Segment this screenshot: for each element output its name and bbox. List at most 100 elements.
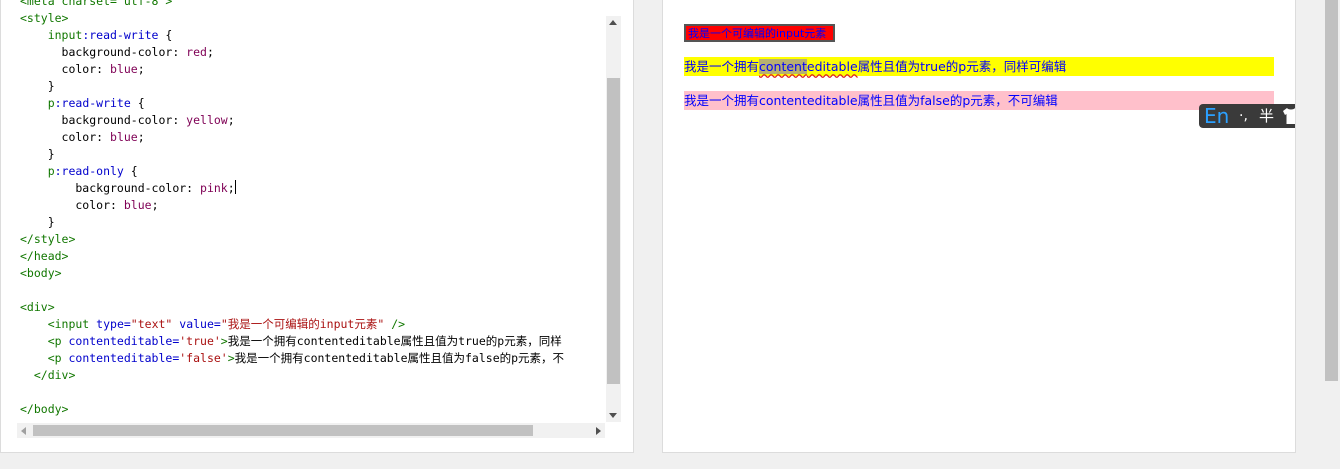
code-editor[interactable]: <meta charset="utf-8"> <style> input:read… [1, 0, 605, 422]
code-line[interactable]: <body> [20, 265, 564, 282]
code-token: ; [151, 198, 159, 212]
code-token: </style> [20, 232, 76, 246]
editor-vertical-scrollbar[interactable] [606, 16, 621, 422]
code-token: { [130, 96, 145, 110]
demo-input-readwrite[interactable] [684, 24, 835, 42]
code-line[interactable]: <input type="text" value="我是一个可编辑的input元… [20, 316, 564, 333]
code-token: pink [200, 181, 228, 195]
code-line[interactable]: color: blue; [20, 61, 564, 78]
editor-horizontal-scrollbar[interactable] [17, 423, 605, 438]
code-token: color: [20, 198, 124, 212]
editor-vertical-scroll-thumb[interactable] [607, 78, 620, 384]
ime-status-bar[interactable]: En ·, 半 [1199, 104, 1295, 129]
code-line[interactable]: } [20, 214, 564, 231]
code-token: 我是一个拥有contenteditable属性且值为false的p元素，不 [234, 351, 565, 365]
code-line[interactable]: <style> [20, 10, 564, 27]
demo-paragraph-editable-rest: 属性且值为true的p元素，同样可编辑 [857, 59, 1067, 74]
code-token: 我是一个拥有contenteditable属性且值为true的p元素，同样 [227, 334, 562, 348]
editor-horizontal-scroll-thumb[interactable] [33, 425, 533, 436]
code-line[interactable]: } [20, 146, 564, 163]
code-line[interactable]: </style> [20, 231, 564, 248]
code-token: blue [123, 198, 152, 212]
code-token: input [20, 28, 83, 42]
code-token: <meta charset="utf-8"> [20, 0, 173, 8]
code-token: </head> [20, 249, 69, 263]
code-line[interactable]: </head> [20, 248, 564, 265]
code-token: yellow [186, 113, 228, 127]
code-line[interactable]: p:read-write { [20, 95, 564, 112]
code-token: background-color: [20, 45, 187, 59]
scroll-up-arrow-icon[interactable] [609, 20, 617, 25]
code-token: } [20, 215, 55, 229]
demo-paragraph-editable[interactable]: 我是一个拥有contenteditable属性且值为true的p元素，同样可编辑 [684, 57, 1274, 76]
code-token: "text" [130, 317, 180, 331]
code-token: 'false' [179, 351, 228, 365]
code-token: type= [96, 317, 131, 331]
code-token: red [186, 45, 207, 59]
code-token: p [20, 164, 55, 178]
code-token: :read-only [54, 164, 124, 178]
code-line[interactable]: color: blue; [20, 129, 564, 146]
code-token: blue [110, 130, 138, 144]
code-token: > [227, 351, 235, 365]
code-lines[interactable]: <meta charset="utf-8"> <style> input:read… [20, 0, 564, 418]
code-token: "我是一个可编辑的input元素" [220, 317, 385, 331]
code-line[interactable] [20, 282, 564, 299]
code-token: } [20, 147, 55, 161]
code-token: ; [227, 113, 235, 127]
code-line[interactable]: background-color: pink; [20, 180, 564, 197]
code-line[interactable]: } [20, 78, 564, 95]
code-token: } [20, 79, 55, 93]
demo-paragraph-editable-prefix: 我是一个拥有 [684, 59, 760, 74]
code-token: > [220, 334, 228, 348]
code-token: ; [137, 130, 145, 144]
code-line[interactable]: </div> [20, 367, 564, 384]
preview-panel: 我是一个拥有contenteditable属性且值为true的p元素，同样可编辑… [662, 0, 1296, 453]
code-line[interactable]: <div> [20, 299, 564, 316]
demo-paragraph-readonly: 我是一个拥有contenteditable属性且值为false的p元素，不可编辑 [684, 91, 1274, 110]
code-token: background-color: [20, 181, 201, 195]
code-token: contenteditable= [68, 334, 180, 348]
scroll-right-arrow-icon[interactable] [596, 427, 601, 435]
scroll-down-arrow-icon[interactable] [609, 413, 617, 418]
spellcheck-word: editable [806, 59, 858, 74]
code-line[interactable]: <meta charset="utf-8"> [20, 0, 564, 10]
code-line[interactable]: </body> [20, 401, 564, 418]
code-token: </div> [20, 368, 76, 382]
page-vertical-scroll-thumb[interactable] [1325, 0, 1338, 381]
code-line[interactable]: background-color: yellow; [20, 112, 564, 129]
code-token: blue [110, 62, 138, 76]
code-token: <p [20, 351, 69, 365]
code-token: contenteditable= [68, 351, 180, 365]
ime-width-toggle[interactable]: 半 [1259, 104, 1274, 128]
code-token: </body> [20, 402, 69, 416]
code-line[interactable]: <p contenteditable='false'>我是一个拥有content… [20, 350, 564, 367]
code-token: { [123, 164, 138, 178]
code-token: /> [384, 317, 406, 331]
code-token: 'true' [179, 334, 221, 348]
ime-punctuation-toggle[interactable]: ·, [1239, 104, 1248, 128]
code-line[interactable] [20, 384, 564, 401]
code-token: value= [179, 317, 221, 331]
code-editor-panel: <meta charset="utf-8"> <style> input:read… [0, 0, 634, 453]
code-token: :read-write [82, 28, 159, 42]
code-token: <body> [20, 266, 62, 280]
scroll-left-arrow-icon[interactable] [21, 427, 26, 435]
code-line[interactable]: p:read-only { [20, 163, 564, 180]
code-token: :read-write [54, 96, 131, 110]
code-token: { [158, 28, 173, 42]
code-line[interactable]: input:read-write { [20, 27, 564, 44]
code-line[interactable]: color: blue; [20, 197, 564, 214]
code-line[interactable]: <p contenteditable='true'>我是一个拥有contente… [20, 333, 564, 350]
code-token: <style> [20, 11, 69, 25]
code-token: <input [20, 317, 97, 331]
page-vertical-scrollbar[interactable] [1323, 0, 1340, 469]
code-token: color: [20, 130, 111, 144]
code-token: ; [227, 181, 235, 195]
text-caret [234, 180, 236, 194]
code-token: <div> [20, 300, 55, 314]
ime-language-toggle[interactable]: En [1204, 104, 1229, 128]
shirt-icon[interactable] [1281, 107, 1295, 129]
code-token: color: [20, 62, 111, 76]
code-line[interactable]: background-color: red; [20, 44, 564, 61]
